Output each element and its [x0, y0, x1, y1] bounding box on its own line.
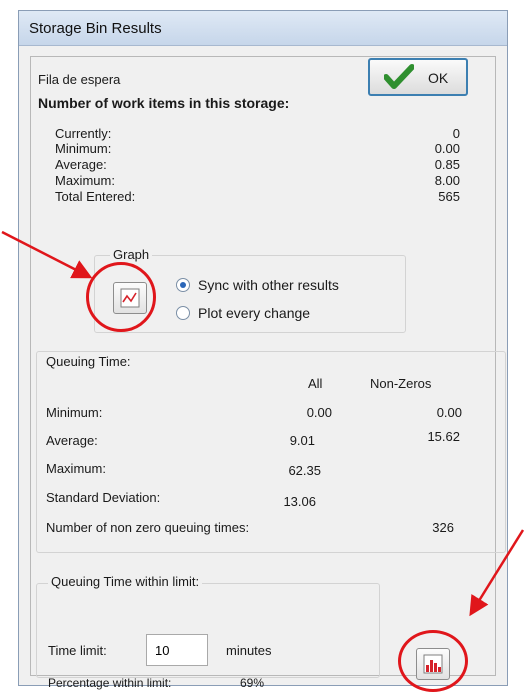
annotation-overlay [1, 230, 525, 617]
annotation-circle-graph [86, 262, 156, 332]
annotation-circle-histogram [398, 630, 468, 692]
